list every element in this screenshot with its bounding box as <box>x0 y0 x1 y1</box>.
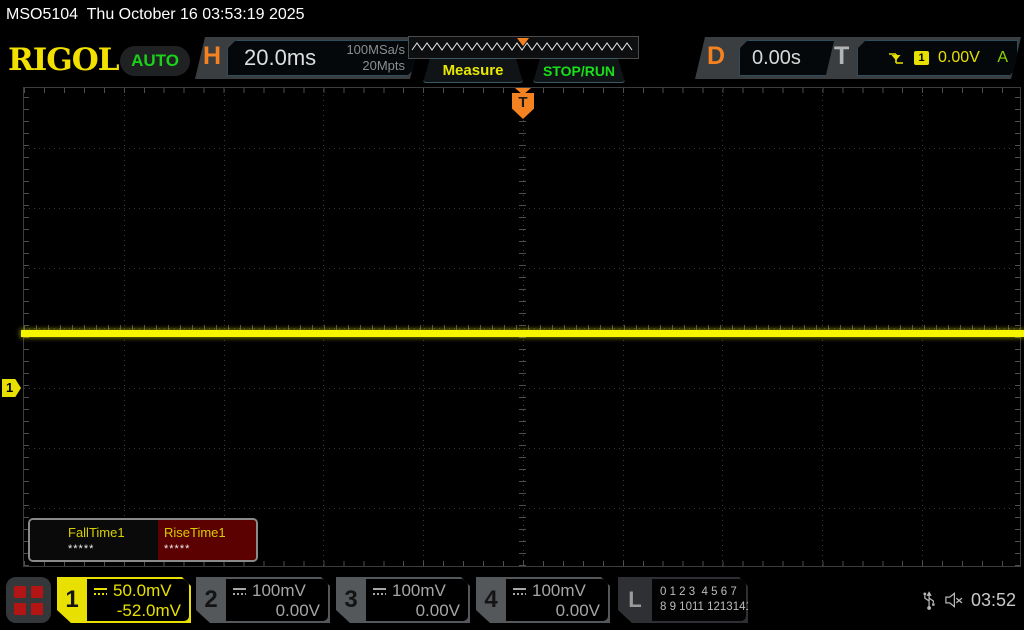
channel2-scale: 100mV <box>252 581 306 600</box>
measurement-risetime-selected[interactable]: RiseTime1 ***** <box>158 520 256 560</box>
channel2-button[interactable]: 2 100mV 0.00V <box>196 577 330 623</box>
speaker-muted-icon <box>945 592 963 608</box>
channel1-button[interactable]: 1 50.0mV -52.0mV <box>57 577 191 623</box>
logic-row-0-7: 0 1 2 3 4 5 6 7 <box>660 586 737 598</box>
dc-coupling-icon <box>372 587 387 596</box>
dc-coupling-icon <box>232 587 247 596</box>
channel3-scale: 100mV <box>392 581 446 600</box>
channel1-offset: -52.0mV <box>116 601 181 620</box>
timebase-value: 20.0ms <box>244 45 317 70</box>
logic-channels-button[interactable]: L 0 1 2 3 4 5 6 7 8 9 1011 12131415 <box>618 577 748 623</box>
measure-button[interactable]: Measure <box>423 58 523 83</box>
oscilloscope-screen: MSO5104 Thu October 16 03:53:19 2025 RIG… <box>0 0 1024 630</box>
trigger-level-value: 0.00V <box>938 49 980 66</box>
delay-value: 0.00s <box>752 46 801 69</box>
status-icons: 03:52 <box>914 577 1024 623</box>
trigger-box[interactable]: T 1 0.00V A <box>825 37 1021 79</box>
sample-rate: 100MSa/s <box>346 42 405 58</box>
rigol-logo: RIGOL <box>8 42 120 78</box>
horizontal-timebase-box[interactable]: H 20.0ms 100MSa/s 20Mpts <box>195 37 420 79</box>
delay-label: D <box>707 42 726 70</box>
memory-depth: 20Mpts <box>362 58 405 73</box>
menu-button[interactable] <box>6 577 51 623</box>
channel3-button[interactable]: 3 100mV 0.00V <box>336 577 470 623</box>
model-and-datetime: MSO5104 Thu October 16 03:53:19 2025 <box>6 6 305 23</box>
channel3-offset: 0.00V <box>415 601 460 620</box>
channel1-trace <box>21 330 1024 337</box>
falling-edge-trigger-icon <box>888 50 904 66</box>
stop-run-button[interactable]: STOP/RUN <box>533 58 625 83</box>
waveform-overview-strip[interactable] <box>408 36 639 59</box>
usb-icon <box>923 591 935 610</box>
channel1-scale: 50.0mV <box>113 581 172 600</box>
channel4-button[interactable]: 4 100mV 0.00V <box>476 577 610 623</box>
clock: 03:52 <box>970 589 1016 610</box>
trigger-source-badge: 1 <box>914 51 929 65</box>
logic-row-8-15: 8 9 1011 12131415 <box>660 601 759 613</box>
channel2-offset: 0.00V <box>275 601 320 620</box>
channel1-position-marker[interactable]: 1 <box>2 379 21 397</box>
measurement-falltime[interactable]: FallTime1 ***** <box>30 520 158 560</box>
measurement-panel: FallTime1 ***** RiseTime1 ***** <box>28 518 258 562</box>
dc-coupling-icon <box>93 587 108 596</box>
graticule: T <box>23 87 1021 567</box>
horizontal-label: H <box>203 42 222 70</box>
channel4-scale: 100mV <box>532 581 586 600</box>
overview-trigger-position-icon[interactable] <box>517 38 529 46</box>
trigger-sweep-mode: A <box>997 49 1008 66</box>
channel4-offset: 0.00V <box>555 601 600 620</box>
trigger-position-marker[interactable]: T <box>512 93 534 119</box>
dc-coupling-icon <box>512 587 527 596</box>
auto-status-badge[interactable]: AUTO <box>120 46 190 76</box>
trigger-label: T <box>834 42 850 70</box>
